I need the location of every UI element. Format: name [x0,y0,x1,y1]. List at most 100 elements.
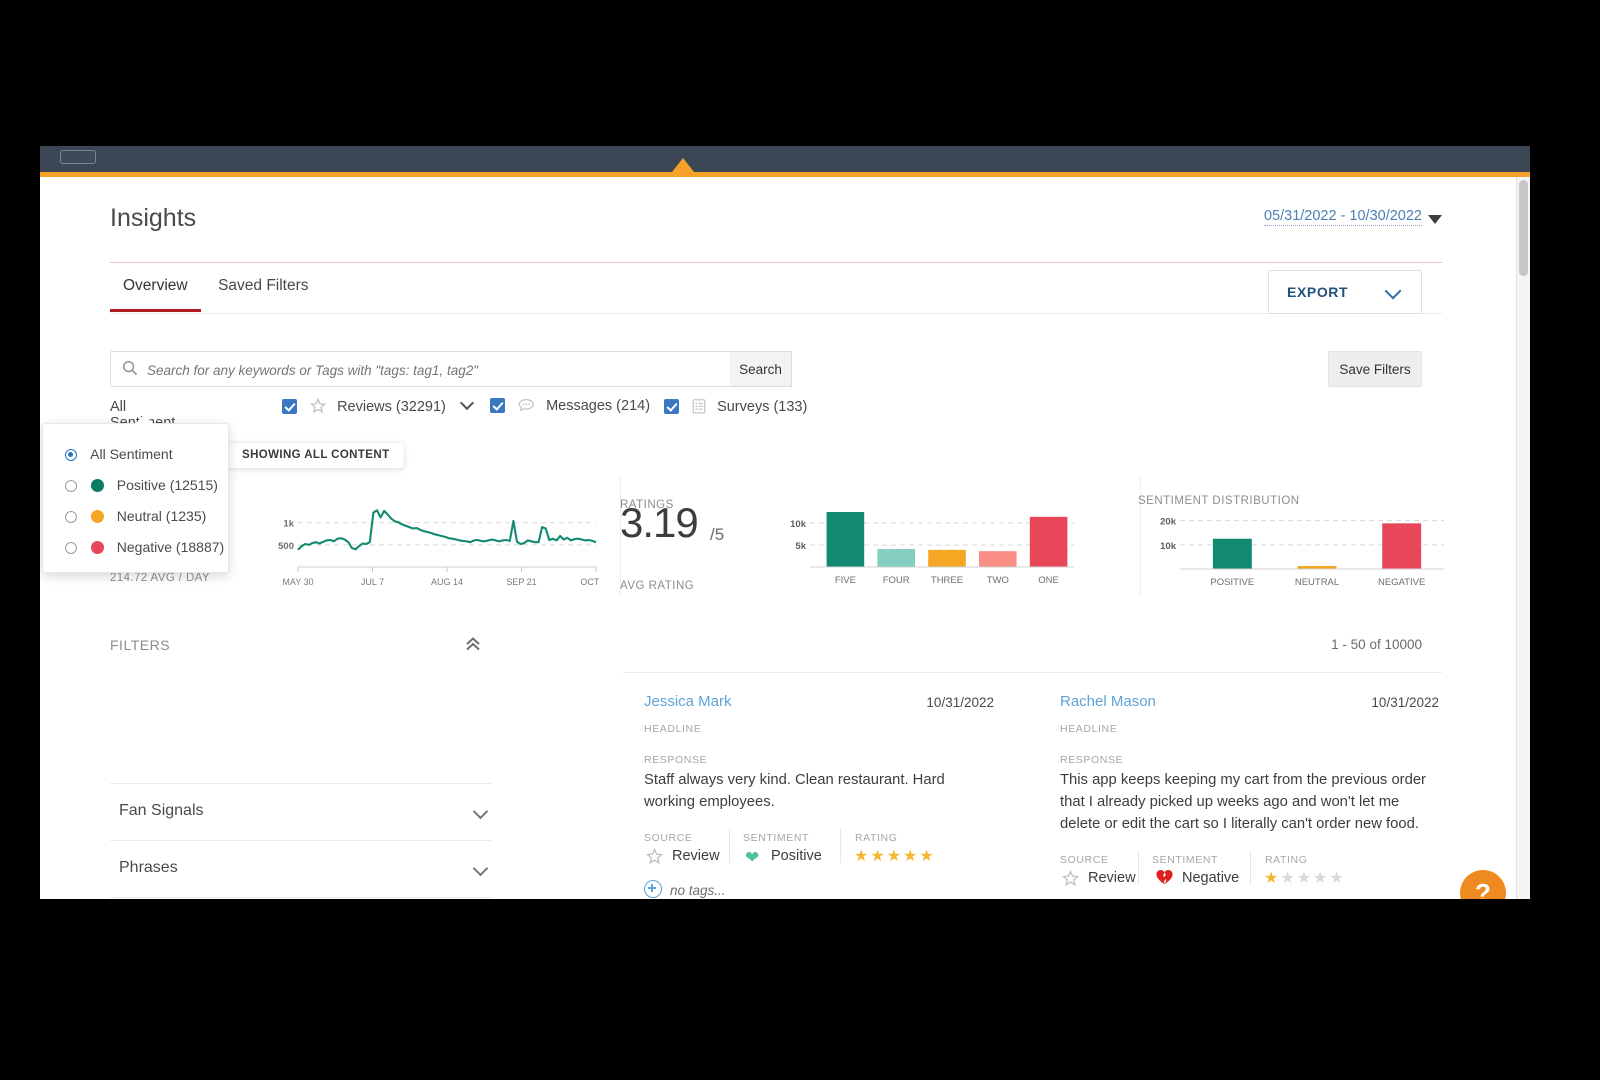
card-author[interactable]: Jessica Mark [644,693,732,710]
content-type-messages[interactable]: Messages (214) [490,398,650,414]
avg-rating-value: 3.19 [620,499,698,547]
positive-color-dot-icon [91,479,104,492]
reviews-checkbox[interactable] [282,399,297,414]
svg-text:OCT 29: OCT 29 [580,577,600,587]
sentiment-bar-chart: 10k20kPOSITIVENEUTRALNEGATIVE [1138,507,1448,589]
card-headline-label: HEADLINE [644,723,701,735]
search-input[interactable] [145,352,724,388]
card-source-value: Review [1088,870,1136,886]
card-response-text: Staff always very kind. Clean restaurant… [644,769,992,813]
card-sentiment-label: SENTIMENT [1152,854,1218,866]
card-tags-label: no tags... [670,883,726,898]
card-author[interactable]: Rachel Mason [1060,693,1156,710]
sentiment-option-label: Negative (18887) [117,539,224,555]
reviews-label: Reviews (32291) [337,399,446,415]
sentiment-option-label: Positive (12515) [117,477,218,493]
sentiment-option-all[interactable]: All Sentiment [65,446,173,462]
message-icon [518,398,535,413]
sentiment-distribution-title: SENTIMENT DISTRIBUTION [1138,495,1300,507]
chevron-down-icon [1385,283,1402,300]
card-headline-label: HEADLINE [1060,723,1117,735]
messages-checkbox[interactable] [490,398,505,413]
filter-section-tags[interactable]: Tags [110,897,492,899]
export-label: EXPORT [1287,284,1348,300]
radio-icon[interactable] [65,480,77,492]
svg-text:20k: 20k [1160,517,1177,528]
sentiment-option-label: All Sentiment [90,446,172,462]
broken-heart-icon [1155,868,1174,886]
card-date: 10/31/2022 [926,695,994,710]
svg-text:1k: 1k [283,519,294,530]
card-response-label: RESPONSE [644,754,707,766]
chevron-down-icon [473,861,489,877]
star-icon [310,398,326,414]
radio-icon[interactable] [65,511,77,523]
sentiment-option-neutral[interactable]: Neutral (1235) [65,508,206,524]
radio-icon[interactable] [65,449,77,461]
svg-text:JUL 7: JUL 7 [361,577,384,587]
content-divider [623,672,1442,673]
avg-rating-caption: AVG RATING [620,580,694,592]
tab-bar: Overview Saved Filters [110,277,322,312]
sentiment-dropdown[interactable]: All Sentiment Positive (12515) Neutral (… [42,423,229,573]
app-window: Insights 05/31/2022 - 10/30/2022 Overvie… [40,146,1530,899]
content-type-reviews[interactable]: Reviews (32291) [282,398,472,415]
filters-heading: FILTERS [110,637,170,653]
neutral-color-dot-icon [91,510,104,523]
surveys-checkbox[interactable] [664,399,679,414]
tabs-divider [110,313,1442,314]
card-sentiment-value: Negative [1182,870,1239,886]
radio-icon[interactable] [65,542,77,554]
card-meta-divider [729,829,730,863]
svg-text:THREE: THREE [931,575,963,586]
card-response-label: RESPONSE [1060,754,1123,766]
nav-active-pointer-icon [672,158,694,172]
card-meta-divider [1250,851,1251,885]
card-source-label: SOURCE [1060,854,1109,866]
top-navbar [40,146,1530,172]
card-meta-divider [840,829,841,863]
volume-avg-per-day: 214.72 AVG / DAY [110,572,210,584]
card-rating-label: RATING [855,832,898,844]
sentiment-option-negative[interactable]: Negative (18887) [65,539,224,555]
svg-text:500: 500 [278,541,294,552]
filter-section-label: Fan Signals [119,802,204,820]
help-button[interactable]: ? [1460,870,1506,899]
volume-line-chart: 5001kMAY 30JUL 7AUG 14SEP 21OCT 29 [270,499,600,589]
filter-section-phrases[interactable]: Phrases [110,840,492,898]
heart-icon: ❤ [745,848,759,868]
svg-text:ONE: ONE [1038,575,1059,586]
export-button[interactable]: EXPORT [1268,270,1422,314]
search-box[interactable] [110,351,732,387]
page-scrollbar[interactable] [1516,177,1530,899]
card-rating-stars: ★★★★★ [854,846,936,866]
card-sentiment-value: Positive [771,848,822,864]
star-icon [1062,870,1079,887]
svg-text:NEGATIVE: NEGATIVE [1378,577,1425,588]
card-rating-stars: ★★★★★ [1264,868,1346,888]
plus-icon [644,880,662,898]
chevron-down-icon[interactable] [1428,215,1442,224]
date-range-picker[interactable]: 05/31/2022 - 10/30/2022 [1264,208,1422,226]
page-title: Insights [110,204,196,233]
chevron-down-icon [473,804,489,820]
collapse-filters-icon[interactable] [463,635,483,653]
tab-saved-filters[interactable]: Saved Filters [205,277,321,309]
search-button[interactable]: Search [730,351,792,387]
filter-section-fan-signals[interactable]: Fan Signals [110,783,492,841]
sentiment-option-positive[interactable]: Positive (12515) [65,477,218,493]
content-type-surveys[interactable]: Surveys (133) [664,398,807,415]
card-response-text: This app keeps keeping my cart from the … [1060,769,1442,835]
svg-text:FIVE: FIVE [835,575,856,586]
card-date: 10/31/2022 [1371,695,1439,710]
card-source-value: Review [672,848,720,864]
svg-text:POSITIVE: POSITIVE [1210,577,1254,588]
filter-section-label: Phrases [119,859,178,877]
tab-overview[interactable]: Overview [110,277,201,312]
card-source-label: SOURCE [644,832,693,844]
avg-rating-denominator: /5 [710,525,724,545]
save-filters-button[interactable]: Save Filters [1328,351,1422,387]
chevron-down-icon[interactable] [460,396,474,410]
page-scrollbar-thumb[interactable] [1519,180,1528,276]
card-add-tags[interactable]: no tags... [644,880,726,898]
